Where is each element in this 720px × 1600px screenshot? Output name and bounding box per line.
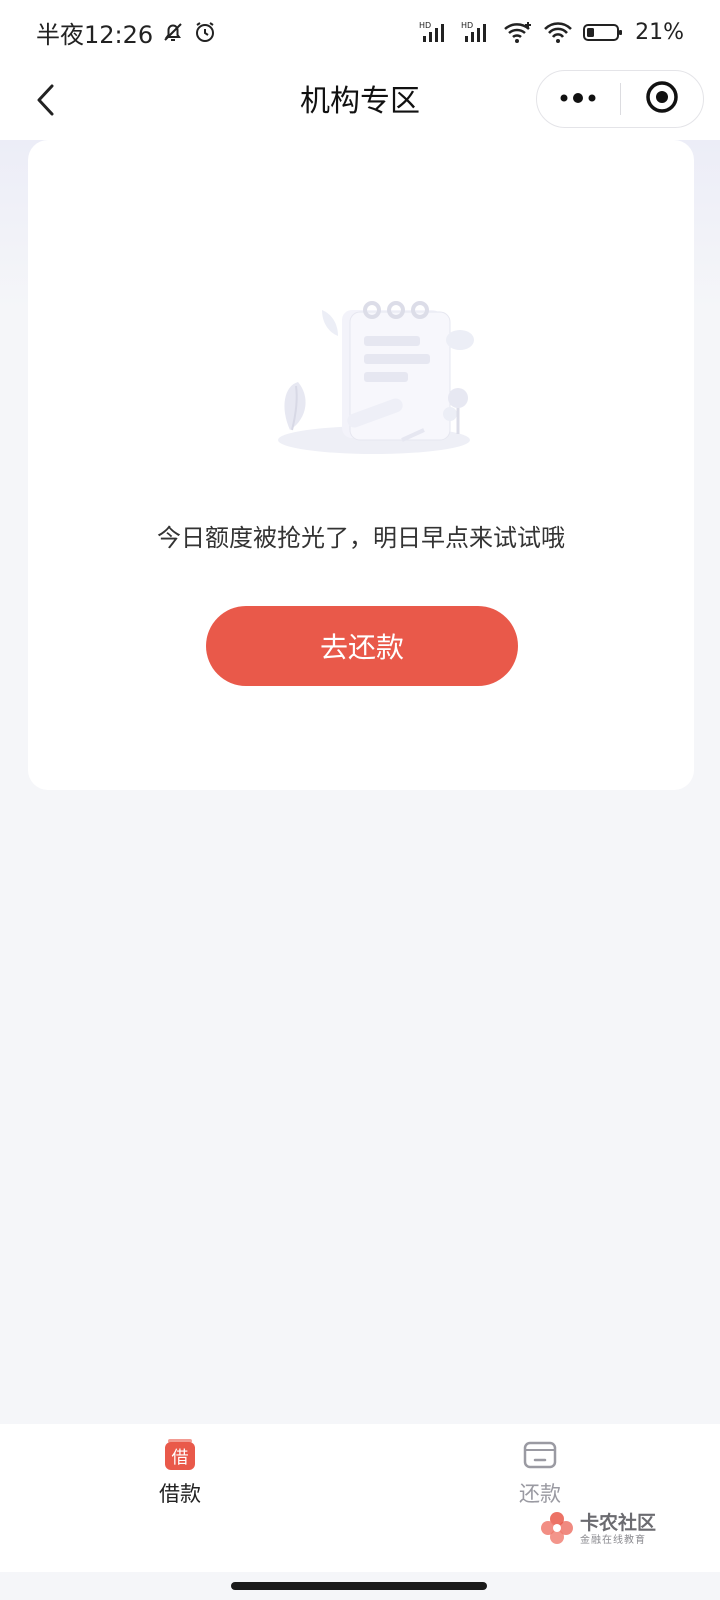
tab-borrow-label: 借款: [159, 1482, 201, 1506]
battery-level: 21%: [635, 19, 684, 45]
watermark-title: 卡农社区: [580, 1512, 657, 1534]
status-time: 半夜12:26: [36, 20, 154, 49]
empty-notebook-illustration: [262, 280, 482, 460]
flower-logo-icon: [540, 1511, 574, 1549]
tab-borrow[interactable]: 借 借款: [90, 1438, 270, 1528]
signal-hd-icon: HD: [419, 20, 451, 44]
empty-state-card: 今日额度被抢光了，明日早点来试试哦 去还款: [28, 140, 694, 790]
battery-icon: [583, 20, 623, 44]
watermark-text: 卡农社区 金融在线教育: [580, 1514, 656, 1546]
borrow-icon: 借: [163, 1438, 197, 1472]
bell-off-icon: [161, 20, 185, 44]
more-button[interactable]: [537, 70, 620, 128]
status-bar: 半夜12:26 HD HD 21%: [0, 0, 720, 64]
close-button[interactable]: [621, 70, 704, 128]
repay-card-icon: [523, 1438, 557, 1472]
status-left: 半夜12:26: [36, 15, 217, 50]
more-dots-icon: [558, 90, 598, 109]
home-indicator[interactable]: [231, 1582, 487, 1590]
empty-message: 今日额度被抢光了，明日早点来试试哦: [157, 524, 565, 552]
tab-repay-label: 还款: [519, 1482, 561, 1506]
target-icon: [645, 80, 679, 118]
alarm-icon: [193, 20, 217, 44]
watermark-subtitle: 金融在线教育: [580, 1535, 646, 1546]
borrow-icon-text: 借: [172, 1448, 189, 1468]
status-right: HD HD 21%: [419, 20, 684, 45]
chevron-left-icon: [34, 82, 58, 122]
wifi-icon: [543, 20, 573, 44]
watermark: 卡农社区 金融在线教育: [540, 1510, 680, 1550]
signal-hd-icon: HD: [461, 20, 493, 44]
nav-bar: 机构专区: [0, 64, 720, 140]
wifi-icon: [503, 20, 533, 44]
svg-text:HD: HD: [419, 21, 431, 30]
back-button[interactable]: [22, 78, 70, 126]
go-repay-button[interactable]: 去还款: [206, 606, 518, 686]
svg-text:HD: HD: [461, 21, 473, 30]
mini-program-capsule: [536, 70, 704, 128]
